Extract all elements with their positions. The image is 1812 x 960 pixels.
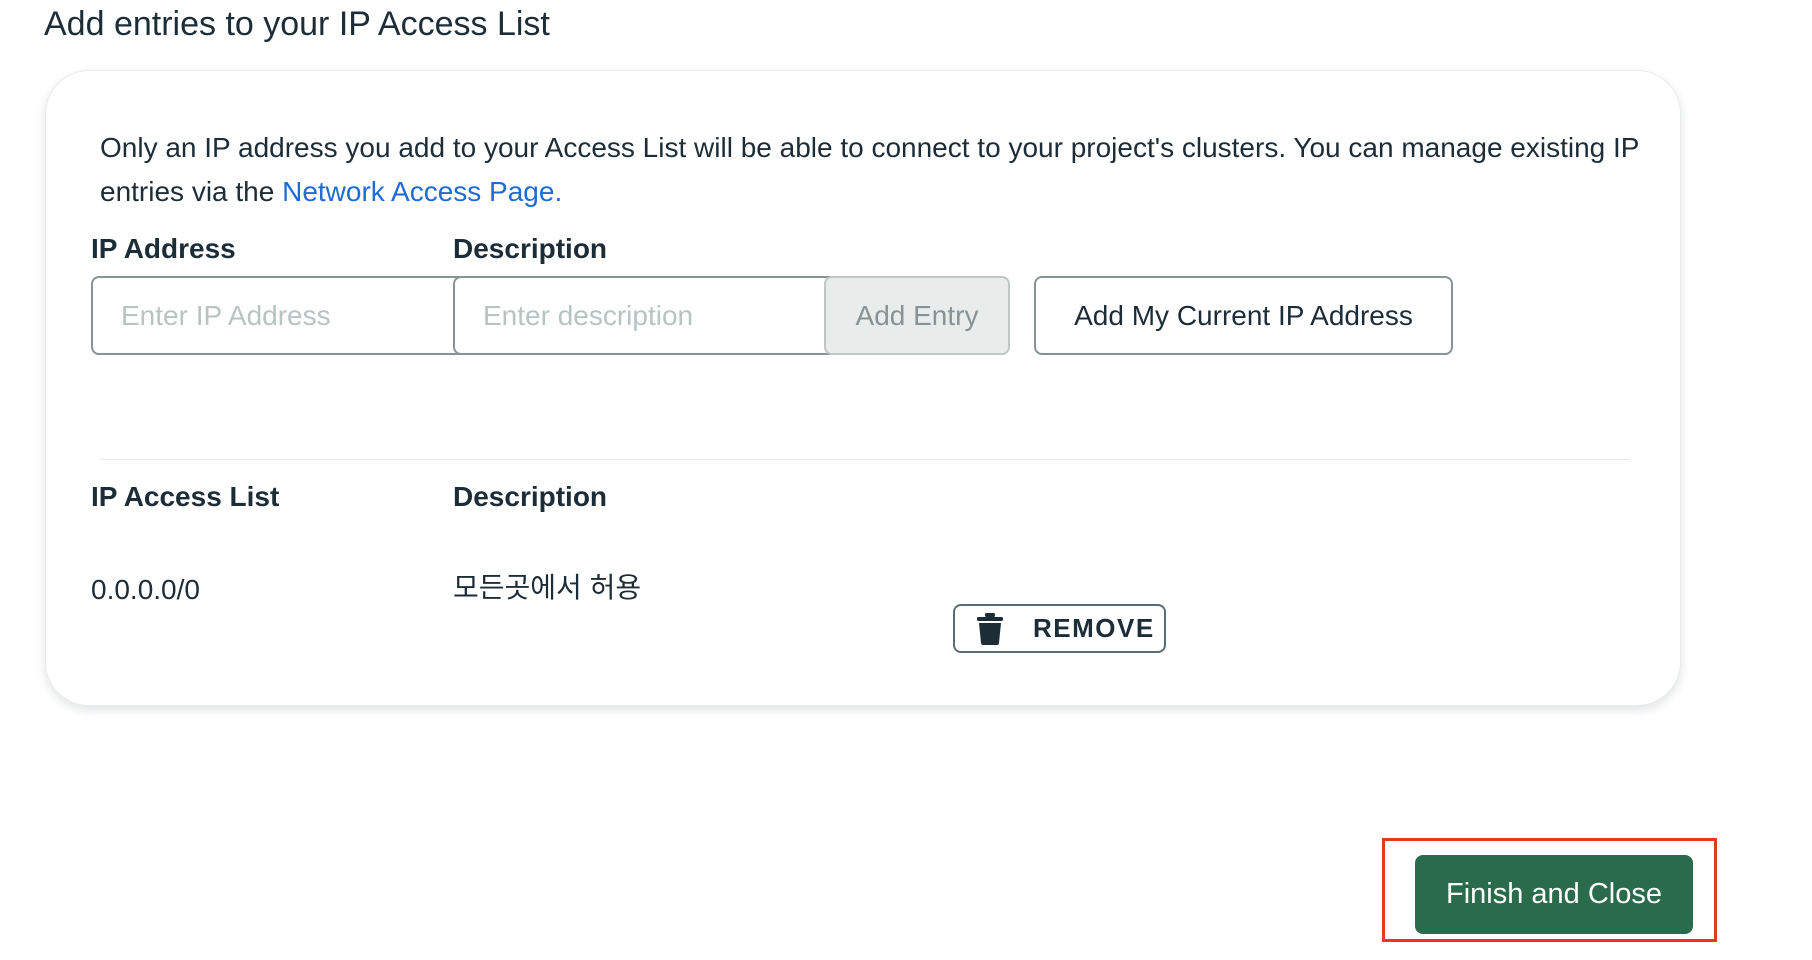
page-title: Add entries to your IP Access List [44,5,550,43]
ip-address-input[interactable] [91,276,487,355]
network-access-link[interactable]: Network Access Page. [282,176,562,207]
description-input[interactable] [453,276,849,355]
add-current-ip-button[interactable]: Add My Current IP Address [1034,276,1453,355]
ip-cell: 0.0.0.0/0 [91,574,200,605]
description-label: Description [453,233,608,264]
ip-address-label: IP Address [91,233,236,264]
access-list-description-header: Description [453,481,608,512]
remove-button[interactable]: REMOVE [953,604,1166,653]
remove-label: REMOVE [1033,613,1155,643]
description-cell: 모든곳에서 허용 [453,572,642,603]
page: Add entries to your IP Access List Only … [0,0,1812,960]
ip-access-card: Only an IP address you add to your Acces… [45,70,1681,706]
section-divider [100,459,1630,460]
intro-text: Only an IP address you add to your Acces… [100,126,1660,214]
finish-and-close-button[interactable]: Finish and Close [1415,855,1693,934]
trash-icon [975,612,1005,645]
ip-access-list-header: IP Access List [91,481,280,512]
add-entry-button[interactable]: Add Entry [824,276,1010,355]
